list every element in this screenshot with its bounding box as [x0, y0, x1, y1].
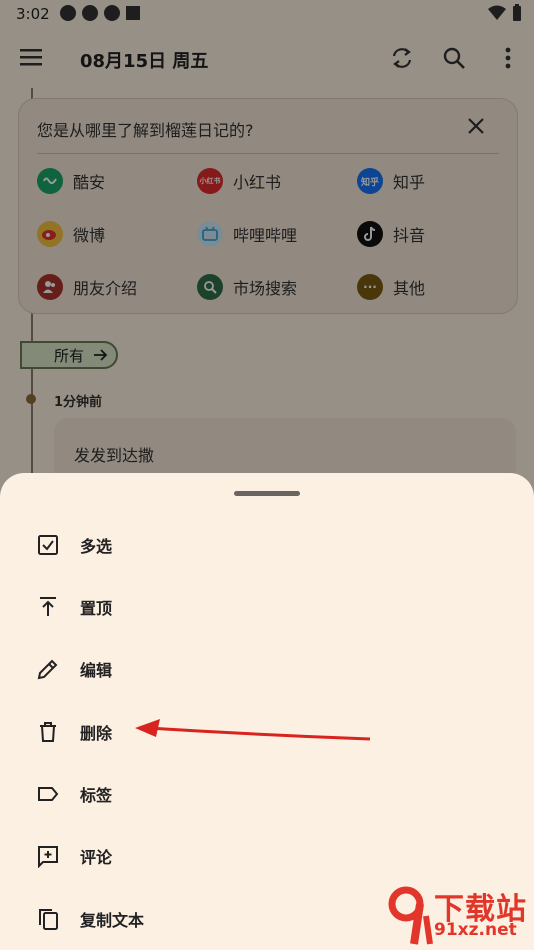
site-watermark: 下载站 91xz.net	[380, 886, 530, 948]
copy-icon	[39, 909, 58, 930]
action-edit[interactable]: 编辑	[0, 641, 534, 697]
drag-handle[interactable]	[234, 491, 300, 496]
action-pin-top[interactable]: 置顶	[0, 579, 534, 635]
action-label: 复制文本	[80, 911, 145, 930]
action-label: 标签	[80, 786, 113, 805]
action-label: 编辑	[80, 661, 113, 680]
label-icon	[38, 787, 59, 801]
pencil-icon	[37, 659, 58, 680]
action-bottom-sheet: 多选 置顶 编辑 删除 标签 评论 复制文本	[0, 473, 534, 950]
action-label: 删除	[80, 724, 113, 743]
action-label: 多选	[80, 537, 113, 556]
action-label: 置顶	[80, 599, 113, 618]
action-tag[interactable]: 标签	[0, 766, 534, 822]
action-multiselect[interactable]: 多选	[0, 517, 534, 573]
trash-icon	[40, 722, 56, 742]
checkbox-icon	[38, 535, 58, 555]
pin-top-icon	[40, 597, 56, 616]
action-delete[interactable]: 删除	[0, 704, 534, 760]
action-comment[interactable]: 评论	[0, 828, 534, 884]
action-label: 评论	[80, 848, 113, 867]
watermark-domain: 91xz.net	[434, 920, 517, 940]
watermark-logo-icon	[388, 886, 433, 945]
comment-add-icon	[38, 846, 58, 868]
app-screen: 3:02 08月15日 周五 您是从哪里了解到榴莲日记的? 酷安 小红书 小红书…	[0, 0, 534, 950]
